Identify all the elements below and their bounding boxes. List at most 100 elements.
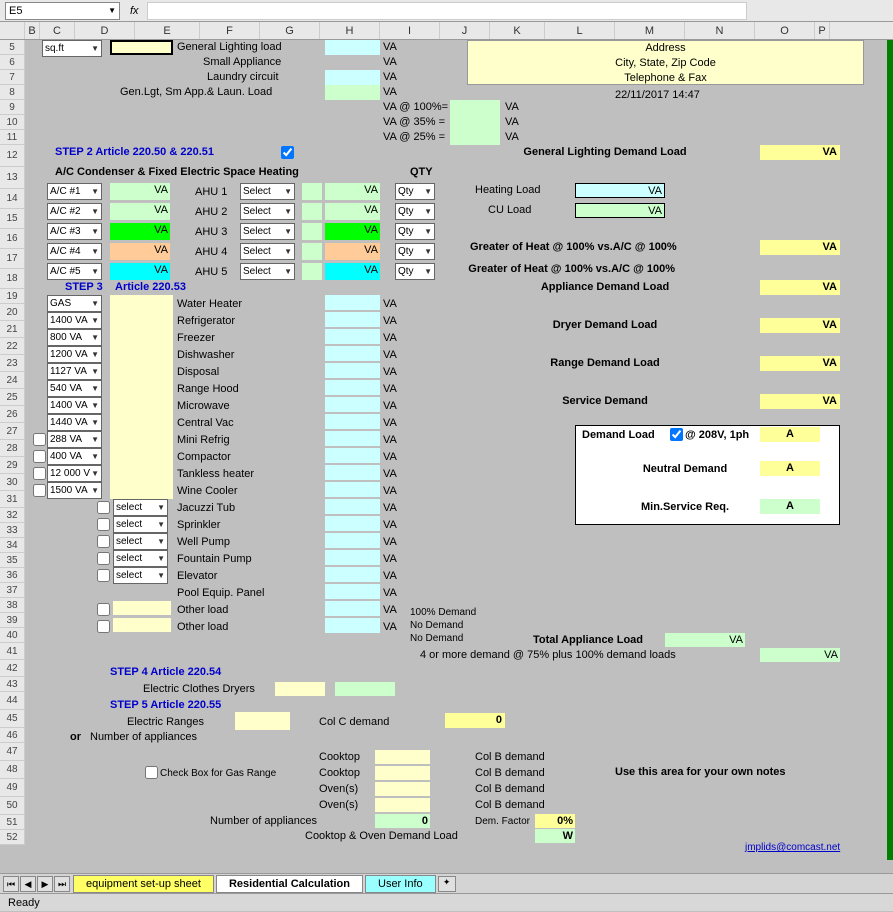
app-check-12[interactable] <box>97 501 110 514</box>
gas-range-checkbox[interactable] <box>145 766 158 779</box>
row-header-42[interactable]: 42 <box>0 660 25 677</box>
col-header-E[interactable]: E <box>135 22 200 39</box>
row-header-49[interactable]: 49 <box>0 779 25 797</box>
app-check-18[interactable] <box>97 603 110 616</box>
row-header-44[interactable]: 44 <box>0 692 25 710</box>
row-header-34[interactable]: 34 <box>0 538 25 553</box>
row-header-10[interactable]: 10 <box>0 115 25 130</box>
app-select-dropdown-14[interactable]: select <box>113 533 168 550</box>
col-header-O[interactable]: O <box>755 22 815 39</box>
row-header-38[interactable]: 38 <box>0 598 25 613</box>
row-header-20[interactable]: 20 <box>0 304 25 321</box>
row-header-24[interactable]: 24 <box>0 372 25 389</box>
email-link[interactable]: jmplids@comcast.net <box>745 840 840 855</box>
col-header-D[interactable]: D <box>75 22 135 39</box>
row-header-8[interactable]: 8 <box>0 85 25 100</box>
tab-add[interactable]: ✦ <box>438 876 456 892</box>
formula-input[interactable] <box>147 2 747 20</box>
row-header-7[interactable]: 7 <box>0 70 25 85</box>
row-header-17[interactable]: 17 <box>0 249 25 269</box>
qty-dropdown-1[interactable]: Qty <box>395 203 435 220</box>
app-va-dropdown-0[interactable]: 1400 VA <box>47 312 102 329</box>
row-header-13[interactable]: 13 <box>0 167 25 189</box>
app-select-dropdown-15[interactable]: select <box>113 550 168 567</box>
col-header-H[interactable]: H <box>320 22 380 39</box>
app-check-14[interactable] <box>97 535 110 548</box>
col-header-I[interactable]: I <box>380 22 440 39</box>
col-header-B[interactable]: B <box>25 22 40 39</box>
tab-residential[interactable]: Residential Calculation <box>216 875 363 893</box>
row-header-39[interactable]: 39 <box>0 613 25 628</box>
qty-dropdown-3[interactable]: Qty <box>395 243 435 260</box>
ahu-dropdown-4[interactable]: Select <box>240 263 295 280</box>
app-check-13[interactable] <box>97 518 110 531</box>
ac-dropdown-0[interactable]: A/C #1 <box>47 183 102 200</box>
row-header-41[interactable]: 41 <box>0 643 25 660</box>
row-header-31[interactable]: 31 <box>0 491 25 508</box>
row-header-9[interactable]: 9 <box>0 100 25 115</box>
row-header-12[interactable]: 12 <box>0 145 25 167</box>
row-header-35[interactable]: 35 <box>0 553 25 568</box>
row-header-5[interactable]: 5 <box>0 40 25 55</box>
col-header-L[interactable]: L <box>545 22 615 39</box>
row-header-27[interactable]: 27 <box>0 423 25 440</box>
row-header-25[interactable]: 25 <box>0 389 25 406</box>
ahu-dropdown-3[interactable]: Select <box>240 243 295 260</box>
app-va-dropdown-9[interactable]: 12 000 V <box>47 465 102 482</box>
col-header-F[interactable]: F <box>200 22 260 39</box>
row-header-45[interactable]: 45 <box>0 710 25 728</box>
row-header-28[interactable]: 28 <box>0 440 25 457</box>
app-va-dropdown-7[interactable]: 288 VA <box>47 431 102 448</box>
app-va-dropdown-5[interactable]: 1400 VA <box>47 397 102 414</box>
row-header-19[interactable]: 19 <box>0 289 25 304</box>
app-va-dropdown-4[interactable]: 540 VA <box>47 380 102 397</box>
row-header-11[interactable]: 11 <box>0 130 25 145</box>
row-header-52[interactable]: 52 <box>0 830 25 845</box>
tab-nav-next[interactable]: ▶ <box>37 876 53 892</box>
col-header-M[interactable]: M <box>615 22 685 39</box>
row-header-37[interactable]: 37 <box>0 583 25 598</box>
demand-208-checkbox[interactable] <box>670 428 683 441</box>
app-check-16[interactable] <box>97 569 110 582</box>
row-header-21[interactable]: 21 <box>0 321 25 338</box>
row-header-30[interactable]: 30 <box>0 474 25 491</box>
app-check-19[interactable] <box>97 620 110 633</box>
ac-dropdown-2[interactable]: A/C #3 <box>47 223 102 240</box>
app-va-dropdown-8[interactable]: 400 VA <box>47 448 102 465</box>
app-select-dropdown-12[interactable]: select <box>113 499 168 516</box>
ahu-dropdown-1[interactable]: Select <box>240 203 295 220</box>
col-header-G[interactable]: G <box>260 22 320 39</box>
col-header-P[interactable]: P <box>815 22 830 39</box>
row-header-22[interactable]: 22 <box>0 338 25 355</box>
row-header-15[interactable]: 15 <box>0 209 25 229</box>
row-header-36[interactable]: 36 <box>0 568 25 583</box>
row-header-6[interactable]: 6 <box>0 55 25 70</box>
step2-checkbox[interactable] <box>281 146 294 159</box>
tab-user[interactable]: User Info <box>365 875 436 893</box>
active-cell[interactable] <box>110 40 173 55</box>
row-header-48[interactable]: 48 <box>0 761 25 779</box>
row-header-18[interactable]: 18 <box>0 269 25 289</box>
ac-dropdown-4[interactable]: A/C #5 <box>47 263 102 280</box>
app-check-15[interactable] <box>97 552 110 565</box>
app-select-dropdown-13[interactable]: select <box>113 516 168 533</box>
ahu-dropdown-0[interactable]: Select <box>240 183 295 200</box>
app-va-dropdown-3[interactable]: 1127 VA <box>47 363 102 380</box>
col-header-N[interactable]: N <box>685 22 755 39</box>
app-check-8[interactable] <box>33 450 46 463</box>
app-va-dropdown-6[interactable]: 1440 VA <box>47 414 102 431</box>
row-header-16[interactable]: 16 <box>0 229 25 249</box>
fx-button[interactable]: fx <box>125 5 144 17</box>
ahu-dropdown-2[interactable]: Select <box>240 223 295 240</box>
col-header-C[interactable]: C <box>40 22 75 39</box>
tab-nav-prev[interactable]: ◀ <box>20 876 36 892</box>
row-header-43[interactable]: 43 <box>0 677 25 692</box>
qty-dropdown-2[interactable]: Qty <box>395 223 435 240</box>
row-header-50[interactable]: 50 <box>0 797 25 815</box>
app-check-7[interactable] <box>33 433 46 446</box>
tab-equipment[interactable]: equipment set-up sheet <box>73 875 214 893</box>
col-header-K[interactable]: K <box>490 22 545 39</box>
ac-dropdown-1[interactable]: A/C #2 <box>47 203 102 220</box>
app-select-dropdown-16[interactable]: select <box>113 567 168 584</box>
tab-nav-first[interactable]: ⏮ <box>3 876 19 892</box>
